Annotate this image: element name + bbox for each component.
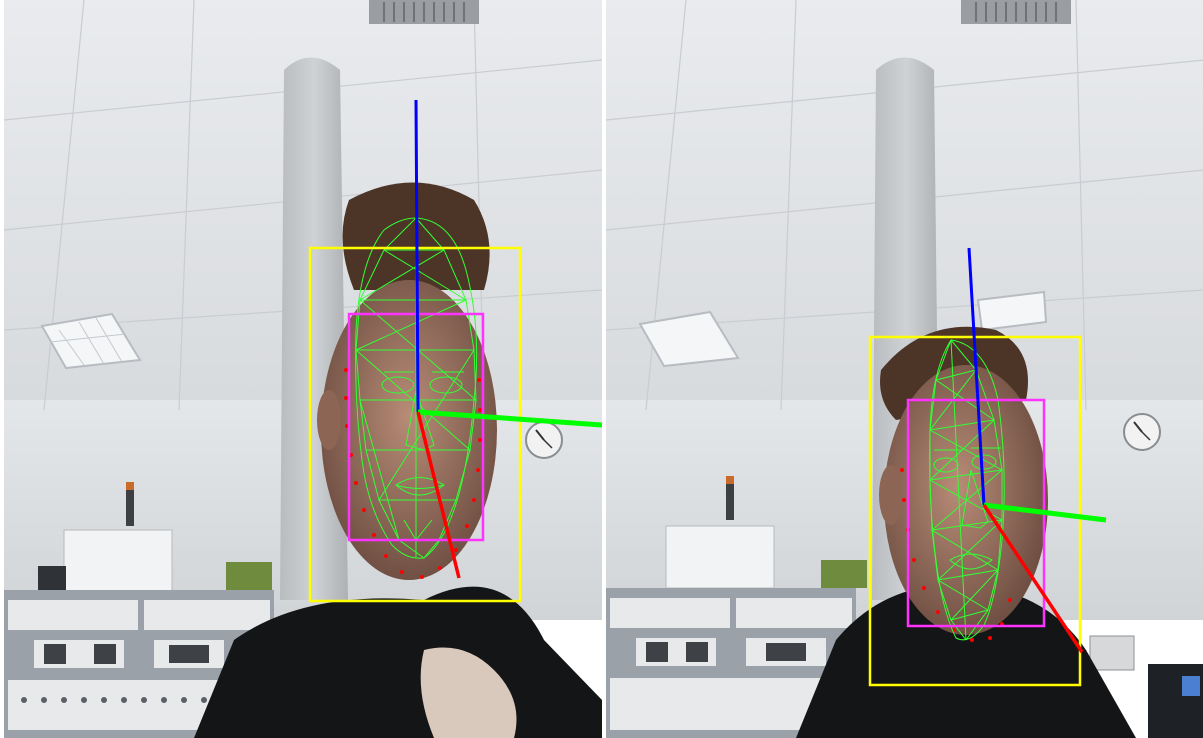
green-device <box>821 560 867 588</box>
white-cabinet <box>665 525 775 589</box>
left-camera-frame <box>4 0 602 738</box>
right-camera-frame <box>606 0 1203 738</box>
monitor <box>1148 664 1203 738</box>
ear <box>317 390 341 450</box>
scope-device <box>1089 635 1135 671</box>
right-frame-svg <box>606 0 1203 738</box>
ear <box>879 465 903 525</box>
pose-axis-z <box>414 99 420 413</box>
dark-device <box>38 566 66 590</box>
left-frame-svg <box>4 0 602 738</box>
white-cabinet <box>63 529 173 593</box>
green-device <box>226 562 272 590</box>
image-stage <box>0 0 1203 738</box>
pillar <box>280 57 348 600</box>
